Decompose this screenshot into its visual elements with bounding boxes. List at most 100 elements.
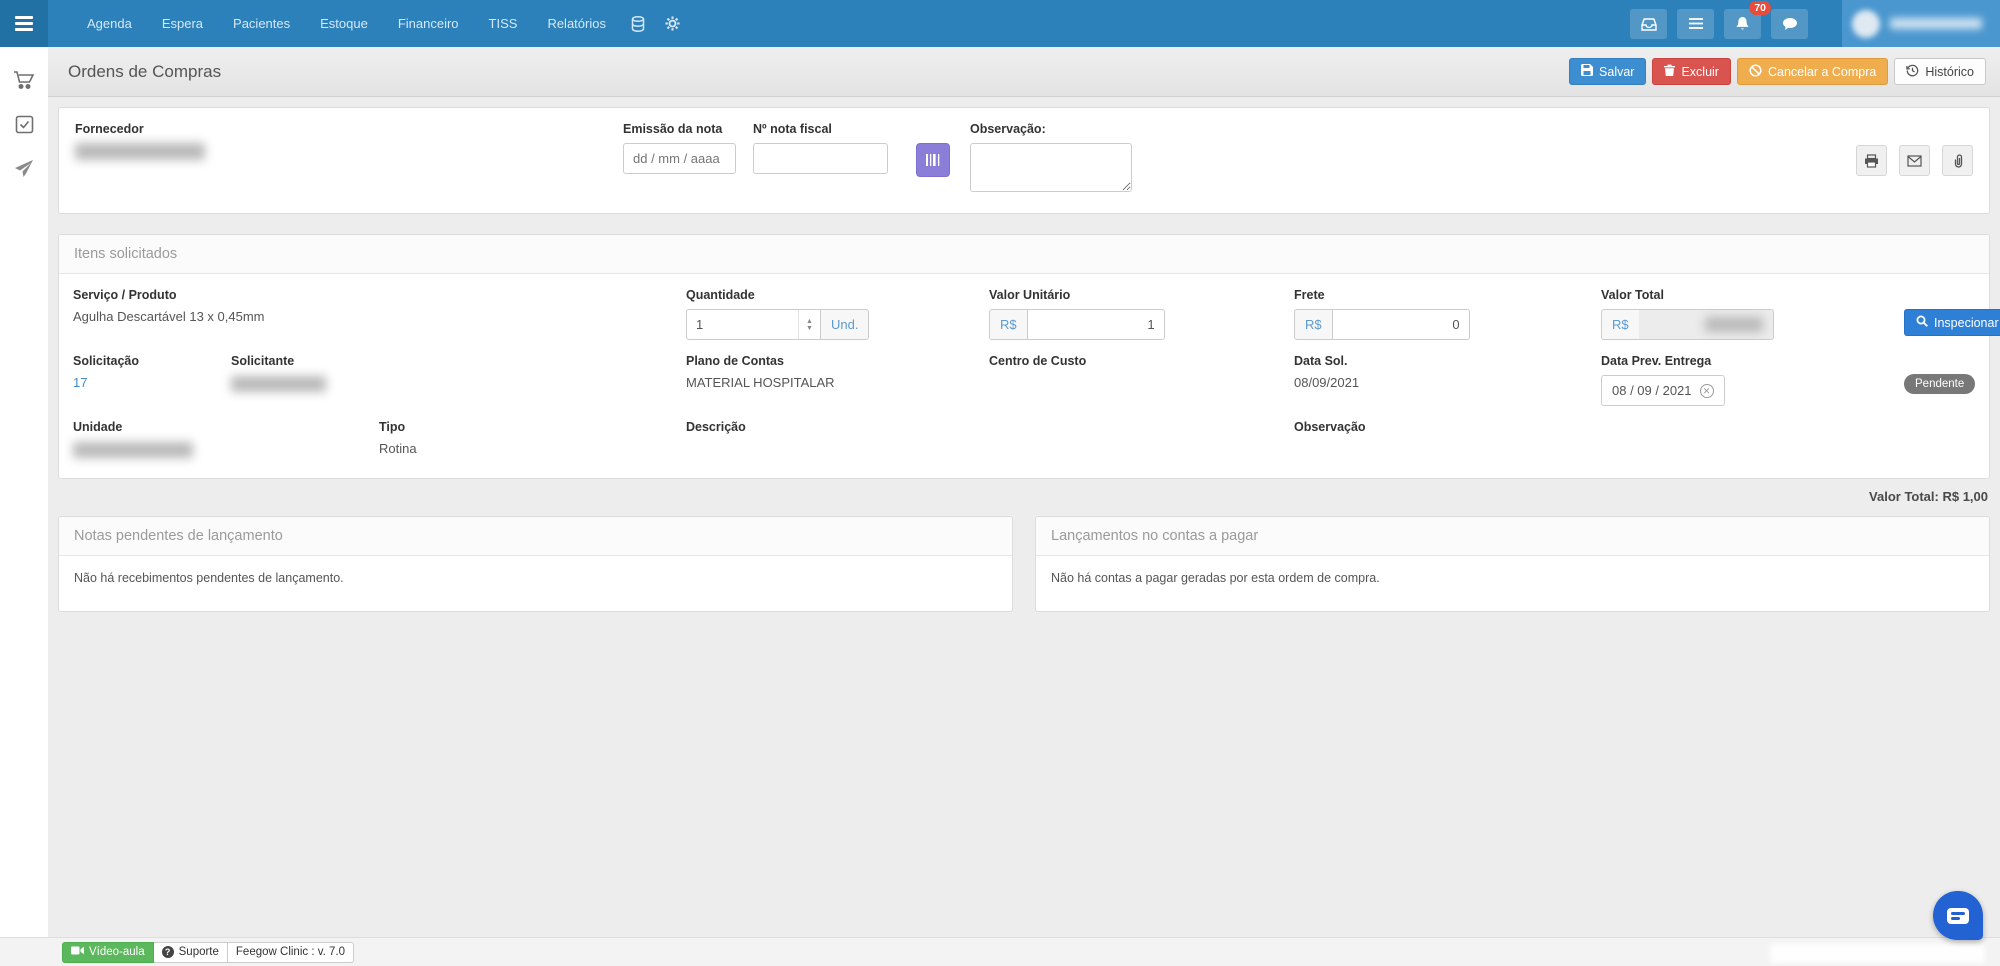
database-icon[interactable] [621, 15, 655, 32]
quantity-label: Quantidade [686, 288, 755, 302]
status-badge: Pendente [1904, 374, 1976, 394]
app-window: Agenda Espera Pacientes Estoque Financei… [0, 0, 2000, 966]
request-number-link[interactable]: 17 [73, 375, 87, 390]
chat-widget-button[interactable] [1933, 891, 1983, 940]
attachment-button[interactable] [1942, 145, 1973, 176]
app-footer: Vídeo-aula ? Suporte Feegow Clinic : v. … [0, 937, 2000, 966]
unit-org-value-redacted [73, 442, 193, 458]
freight-label: Frete [1294, 288, 1325, 302]
payables-title: Lançamentos no contas a pagar [1036, 517, 1989, 556]
question-icon: ? [161, 946, 174, 958]
quantity-stepper[interactable]: ▲ ▼ [798, 310, 820, 339]
email-button[interactable] [1899, 145, 1930, 176]
send-paper-plane-icon[interactable] [13, 157, 35, 179]
item-total-label: Valor Total [1601, 288, 1664, 302]
request-label: Solicitação [73, 354, 139, 368]
main-content: Fornecedor Emissão da nota Nº nota fisca… [48, 97, 2000, 937]
payables-empty-message: Não há contas a pagar geradas por esta o… [1051, 571, 1380, 585]
menu-item-estoque[interactable]: Estoque [305, 0, 383, 47]
observation-label: Observação: [970, 122, 1046, 136]
pending-notes-panel: Notas pendentes de lançamento Não há rec… [58, 516, 1013, 612]
account-plan-value: MATERIAL HOSPITALAR [686, 375, 835, 390]
video-tutorial-button[interactable]: Vídeo-aula [62, 941, 154, 963]
pending-notes-title: Notas pendentes de lançamento [59, 517, 1012, 556]
page-title: Ordens de Compras [68, 61, 222, 81]
description-value [686, 441, 1294, 457]
delivery-date-input[interactable]: 08 / 09 / 2021 ✕ [1601, 375, 1725, 406]
search-icon [1916, 315, 1928, 330]
menu-item-espera[interactable]: Espera [147, 0, 218, 47]
request-date-label: Data Sol. [1294, 354, 1348, 368]
tasks-list-button[interactable] [1677, 8, 1714, 39]
clear-date-icon[interactable]: ✕ [1699, 383, 1714, 398]
save-button[interactable]: Salvar [1569, 58, 1647, 85]
inbox-button[interactable] [1630, 8, 1667, 39]
order-form-panel: Fornecedor Emissão da nota Nº nota fisca… [58, 107, 1990, 214]
issue-date-input[interactable] [623, 143, 736, 174]
unit-price-label: Valor Unitário [989, 288, 1071, 302]
inspect-button[interactable]: Inspecionar [1904, 309, 2000, 336]
version-label: Feegow Clinic : v. 7.0 [227, 941, 354, 963]
approvals-check-icon[interactable] [13, 113, 35, 135]
account-plan-label: Plano de Contas [686, 354, 784, 368]
delete-button[interactable]: Excluir [1652, 58, 1731, 85]
left-sidebar [0, 47, 48, 937]
item-total-redacted [1704, 317, 1763, 332]
settings-gear-icon[interactable] [655, 16, 690, 31]
hamburger-menu-icon[interactable] [0, 0, 48, 47]
freight-input[interactable] [1331, 309, 1470, 340]
watermark-redacted [1770, 944, 1985, 963]
chat-messages-button[interactable] [1771, 8, 1808, 39]
trash-icon [1664, 64, 1676, 79]
requested-items-panel: Itens solicitados Serviço / Produto Agul… [58, 234, 2000, 479]
main-menu: Agenda Espera Pacientes Estoque Financei… [72, 0, 690, 47]
support-button[interactable]: ? Suporte [153, 941, 228, 963]
pending-notes-empty-message: Não há recebimentos pendentes de lançame… [74, 571, 344, 585]
requester-value-redacted [231, 376, 326, 392]
product-label: Serviço / Produto [73, 288, 177, 302]
barcode-button[interactable] [916, 143, 950, 177]
invoice-number-label: Nº nota fiscal [753, 122, 832, 136]
navbar-right-actions: 70 [1630, 0, 2000, 47]
item-observation-value [1294, 441, 1975, 457]
username-redacted [1890, 18, 1982, 29]
save-icon [1581, 64, 1594, 79]
request-date-value: 08/09/2021 [1294, 375, 1360, 390]
cost-center-value [989, 375, 1294, 391]
product-value: Agulha Descartável 13 x 0,45mm [73, 309, 265, 324]
chat-bubble-icon [1947, 907, 1969, 924]
unit-addon: Und. [821, 309, 870, 340]
currency-prefix: R$ [1294, 309, 1332, 340]
payables-panel: Lançamentos no contas a pagar Não há con… [1035, 516, 1990, 612]
menu-item-financeiro[interactable]: Financeiro [383, 0, 474, 47]
type-label: Tipo [379, 420, 406, 434]
print-button[interactable] [1856, 145, 1887, 176]
page-header: Ordens de Compras Salvar Excluir Cancela… [48, 47, 2000, 97]
menu-item-tiss[interactable]: TISS [474, 0, 533, 47]
purchases-cart-icon[interactable] [13, 69, 35, 91]
invoice-number-input[interactable] [753, 143, 888, 174]
notification-count-badge: 70 [1749, 0, 1771, 15]
user-profile-area[interactable] [1842, 0, 2000, 47]
menu-item-relatorios[interactable]: Relatórios [532, 0, 621, 47]
history-button[interactable]: Histórico [1894, 58, 1986, 85]
currency-prefix: R$ [1601, 309, 1639, 340]
top-navbar: Agenda Espera Pacientes Estoque Financei… [0, 0, 2000, 47]
item-total-input-disabled [1638, 309, 1774, 340]
cost-center-label: Centro de Custo [989, 354, 1087, 368]
menu-item-pacientes[interactable]: Pacientes [218, 0, 305, 47]
unit-org-label: Unidade [73, 420, 123, 434]
observation-textarea[interactable] [970, 143, 1132, 192]
unit-price-input[interactable] [1026, 309, 1165, 340]
currency-prefix: R$ [989, 309, 1027, 340]
header-action-buttons: Salvar Excluir Cancelar a Compra Históri… [1569, 58, 1986, 85]
notifications-bell-button[interactable]: 70 [1724, 0, 1771, 39]
video-camera-icon [71, 946, 84, 958]
supplier-label: Fornecedor [75, 122, 144, 136]
order-total-summary: Valor Total: R$ 1,00 [1869, 489, 1988, 504]
cancel-purchase-button[interactable]: Cancelar a Compra [1736, 58, 1889, 85]
ban-icon [1749, 63, 1762, 80]
issue-date-label: Emissão da nota [623, 122, 723, 136]
menu-item-agenda[interactable]: Agenda [72, 0, 147, 47]
supplier-value-redacted [75, 143, 205, 160]
